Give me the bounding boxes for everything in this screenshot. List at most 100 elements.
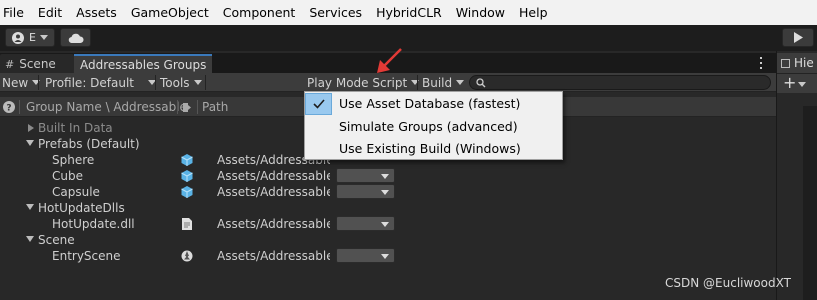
expand-arrow-icon[interactable] (28, 124, 34, 132)
tree-row-group[interactable]: Scene (0, 232, 776, 248)
play-mode-label: Play Mode Script (307, 75, 408, 90)
entry-path: Assets/Addressables/ (217, 185, 330, 199)
entry-label: HotUpdate.dll (52, 217, 135, 231)
label-dropdown[interactable] (336, 168, 395, 183)
collapse-arrow-icon[interactable] (26, 140, 34, 146)
type-column-icon[interactable] (182, 97, 192, 117)
tree-row-entry[interactable]: Cube Assets/Addressables/ (0, 168, 776, 184)
menu-item-use-asset-database[interactable]: Use Asset Database (fastest) (305, 93, 562, 115)
divider (38, 75, 39, 90)
profile-label: Profile: Default (45, 75, 135, 90)
main-toolbar: E (0, 25, 817, 51)
checkmark-icon (313, 99, 325, 109)
new-button[interactable]: New (2, 73, 41, 92)
menu-component[interactable]: Component (216, 5, 303, 20)
menu-gameobject[interactable]: GameObject (124, 5, 216, 20)
divider (19, 100, 20, 114)
tab-hierarchy[interactable]: Hie (777, 53, 817, 73)
divider (205, 75, 206, 90)
menu-help[interactable]: Help (512, 5, 555, 20)
group-label: Prefabs (Default) (38, 137, 140, 151)
chevron-down-icon (381, 222, 389, 227)
tools-label: Tools (160, 75, 190, 90)
tree-row-entry[interactable]: EntryScene Assets/Addressables/ (0, 248, 776, 264)
tools-button[interactable]: Tools (160, 73, 202, 92)
group-label: Built In Data (38, 121, 113, 135)
play-icon (794, 32, 803, 43)
chevron-down-icon (381, 254, 389, 259)
scrollbar[interactable] (803, 106, 817, 300)
chevron-down-icon (39, 35, 48, 40)
chevron-down-icon (193, 80, 202, 85)
label-dropdown[interactable] (336, 216, 395, 231)
tab-scene-label: Scene (19, 57, 56, 71)
column-group-name[interactable]: Group Name \ Addressable (26, 97, 187, 117)
play-button[interactable] (782, 28, 814, 47)
list-icon (781, 58, 790, 68)
svg-text:?: ? (6, 104, 11, 114)
menu-services[interactable]: Services (302, 5, 369, 20)
play-mode-script-menu: Use Asset Database (fastest) Simulate Gr… (304, 91, 563, 160)
divider (197, 100, 198, 114)
entry-label: EntryScene (52, 249, 121, 263)
build-button[interactable]: Build (422, 73, 465, 92)
profile-dropdown[interactable]: Profile: Default (45, 73, 157, 92)
collapse-arrow-icon[interactable] (26, 236, 34, 242)
entry-path: Assets/Addressables/ (217, 249, 330, 263)
text-asset-icon (180, 217, 194, 231)
prefab-cube-icon (180, 153, 194, 167)
menu-bar: File Edit Assets GameObject Component Se… (0, 0, 817, 25)
menu-edit[interactable]: Edit (31, 5, 69, 20)
entry-path: Assets/Addressables/ (217, 169, 330, 183)
divider (177, 100, 178, 114)
tab-addressables-label: Addressables Groups (80, 58, 207, 72)
label-dropdown[interactable] (336, 248, 395, 263)
chevron-down-icon (381, 174, 389, 179)
tree-row-group[interactable]: HotUpdateDlls (0, 200, 776, 216)
menu-assets[interactable]: Assets (69, 5, 124, 20)
entry-label: Cube (52, 169, 83, 183)
cloud-icon (68, 33, 83, 43)
hierarchy-panel: Hie + (777, 51, 817, 300)
chevron-down-icon (456, 80, 465, 85)
menu-window[interactable]: Window (449, 5, 512, 20)
chevron-down-icon[interactable] (798, 82, 806, 87)
prefab-cube-icon (180, 169, 194, 183)
group-label: HotUpdateDlls (38, 201, 125, 215)
menu-item-label: Simulate Groups (advanced) (339, 119, 518, 134)
watermark: CSDN @EucliwoodXT (665, 276, 791, 290)
divider (417, 75, 418, 90)
menu-item-use-existing-build[interactable]: Use Existing Build (Windows) (305, 138, 562, 160)
new-label: New (2, 75, 29, 90)
group-label: Scene (38, 233, 75, 247)
tab-scene[interactable]: # Scene (0, 54, 74, 74)
plus-icon[interactable]: + (783, 73, 796, 93)
account-icon (12, 31, 25, 44)
menu-item-label: Use Asset Database (fastest) (339, 96, 521, 111)
tab-hierarchy-label: Hie (794, 56, 814, 70)
chevron-down-icon (381, 190, 389, 195)
divider (155, 75, 156, 90)
collapse-arrow-icon[interactable] (26, 204, 34, 210)
search-input[interactable] (469, 75, 771, 90)
build-label: Build (422, 75, 453, 90)
entry-path: Assets/Addressables/ (217, 217, 330, 231)
tab-addressables-groups[interactable]: Addressables Groups (74, 54, 212, 74)
account-button[interactable]: E (5, 28, 55, 47)
grid-icon: # (5, 57, 15, 71)
menu-file[interactable]: File (0, 5, 31, 20)
tree-row-entry[interactable]: Capsule Assets/Addressables/ (0, 184, 776, 200)
entry-label: Sphere (52, 153, 95, 167)
unity-scene-icon (180, 249, 194, 263)
help-icon[interactable]: ? (3, 97, 15, 117)
column-path[interactable]: Path (202, 97, 228, 117)
kebab-menu-icon[interactable] (757, 57, 765, 69)
account-label: E (29, 31, 36, 44)
label-dropdown[interactable] (336, 184, 395, 199)
menu-item-label: Use Existing Build (Windows) (339, 141, 521, 156)
menu-item-simulate-groups[interactable]: Simulate Groups (advanced) (305, 116, 562, 138)
menu-hybridclr[interactable]: HybridCLR (369, 5, 449, 20)
tree-row-entry[interactable]: HotUpdate.dll Assets/Addressables/ (0, 216, 776, 232)
search-icon (476, 78, 486, 88)
cloud-button[interactable] (60, 28, 91, 47)
